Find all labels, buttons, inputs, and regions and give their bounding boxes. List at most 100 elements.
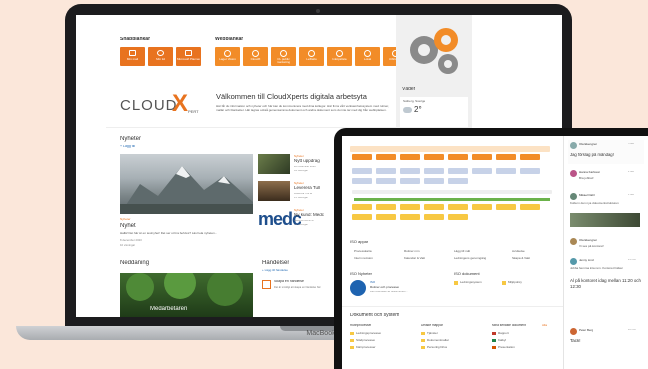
process-step[interactable]: [352, 154, 372, 160]
process-step[interactable]: [424, 214, 444, 220]
iso-app-item[interactable]: Skapa & Vakt: [512, 257, 530, 260]
feed-post[interactable]: Ola Ekengren Vi ses på kontoret!: [568, 236, 644, 252]
news-side-title[interactable]: Leverera Tull: [294, 186, 320, 191]
process-step[interactable]: [400, 154, 420, 160]
process-step[interactable]: [352, 214, 372, 220]
process-step[interactable]: [352, 178, 372, 184]
process-step[interactable]: [448, 214, 468, 220]
web-link-0[interactable]: Lager Vision: [215, 47, 240, 66]
process-step[interactable]: [424, 154, 444, 160]
iso-app-item[interactable]: Ledningens genomgång: [454, 257, 486, 260]
news-side-image-0[interactable]: [258, 154, 290, 174]
feed-text: Bra jobbat!: [579, 177, 594, 180]
iso-app-item[interactable]: Intern revision: [354, 257, 373, 260]
feed-author: Peter Berg: [579, 329, 594, 332]
process-step[interactable]: [352, 204, 372, 210]
quick-link-mail[interactable]: Min mail: [120, 47, 145, 66]
web-link-1[interactable]: CloudX: [243, 47, 268, 66]
file-icon: [492, 332, 496, 335]
quick-link-planner[interactable]: Microsoft Planner: [176, 47, 201, 66]
feed-post[interactable]: Ola Ekengren 5 dec Jag förslag på måndag…: [568, 140, 644, 164]
process-step[interactable]: [376, 214, 396, 220]
process-step[interactable]: [376, 204, 396, 210]
iso-app-item[interactable]: Lägg till mål: [454, 250, 470, 253]
docs-item[interactable]: Presentation: [498, 346, 515, 349]
iso-badge-icon: [350, 280, 366, 296]
process-step[interactable]: [448, 154, 468, 160]
news-side-title[interactable]: Ny kund: Medc: [294, 213, 324, 218]
feed-time: 25 nov: [628, 259, 636, 261]
news-main-image[interactable]: [120, 154, 253, 214]
process-step[interactable]: [520, 204, 540, 210]
docs-item[interactable]: Kalkyl: [498, 339, 506, 342]
calendar-icon: [262, 280, 271, 289]
avatar: [570, 193, 577, 200]
feed-post[interactable]: Mikael Dahl 1 dec Kolla in den nya dokum…: [568, 191, 644, 231]
feed-text: Jag förslag på måndag!: [570, 153, 614, 157]
process-step[interactable]: [376, 178, 396, 184]
process-step[interactable]: [472, 154, 492, 160]
feed-author: Ola Ekengren: [579, 239, 598, 242]
iso-app-item[interactable]: Avvikelse: [512, 250, 525, 253]
news-side-title[interactable]: Nytt uppdrag: [294, 159, 320, 164]
web-link-5[interactable]: Lokal: [355, 47, 380, 66]
process-step[interactable]: [424, 204, 444, 210]
docs-item[interactable]: Stödprocesser: [356, 339, 375, 342]
web-link-3[interactable]: Leftlabs: [299, 47, 324, 66]
iso-doc-item[interactable]: Ledningssystem: [460, 281, 482, 284]
process-step[interactable]: [400, 178, 420, 184]
news-main-title[interactable]: Nyhet: [120, 223, 136, 229]
docs-item[interactable]: Tjänster: [427, 332, 438, 335]
iso-app-item[interactable]: Rutiner mm: [404, 250, 420, 253]
docs-item[interactable]: Kärnprocesser: [356, 346, 376, 349]
process-step[interactable]: [448, 168, 468, 174]
quick-link-time[interactable]: Min tid: [148, 47, 173, 66]
process-step[interactable]: [400, 204, 420, 210]
docs-item[interactable]: Dokumentmallar: [427, 339, 449, 342]
docs-item[interactable]: Rapport: [498, 332, 509, 335]
iso-doc-item[interactable]: Miljöpolicy: [508, 281, 522, 284]
event-body: Det är smidigt att skapa en händelse här: [274, 286, 321, 289]
feed-time: 1 dec: [628, 194, 635, 196]
avatar: [570, 258, 577, 265]
docs-all-link[interactable]: Alla: [542, 324, 547, 327]
folder-icon: [421, 339, 425, 342]
process-step[interactable]: [472, 204, 492, 210]
process-step[interactable]: [400, 168, 420, 174]
process-step[interactable]: [400, 214, 420, 220]
process-step[interactable]: [376, 154, 396, 160]
process-step[interactable]: [352, 168, 372, 174]
web-link-4[interactable]: Inköpslista: [327, 47, 352, 66]
news-side-views: 34 visningar: [294, 170, 308, 172]
process-step[interactable]: [496, 154, 516, 160]
feed-post[interactable]: Jenny Lind 25 nov Jobba hemma inta rem. …: [568, 256, 644, 296]
folder-icon: [421, 332, 425, 335]
feed-post[interactable]: Peter Berg 20 nov Tack!: [568, 326, 644, 356]
process-step[interactable]: [520, 154, 540, 160]
process-step[interactable]: [376, 168, 396, 174]
feed-author: Ola Ekengren: [579, 143, 598, 146]
process-step[interactable]: [424, 168, 444, 174]
iso-app-item[interactable]: Processkarta: [354, 250, 372, 253]
process-step[interactable]: [472, 168, 492, 174]
feed-text: Jobba hemma inta rem. Kontoret hälsar: [570, 266, 623, 270]
add-news-button[interactable]: + Lägg till: [120, 145, 135, 149]
web-link-2[interactable]: CL public marketing: [271, 47, 296, 66]
add-event-button[interactable]: + Lägg till händelse: [262, 269, 288, 272]
feed-post[interactable]: Hanna Karlsson 2 dec Bra jobbat!: [568, 168, 644, 186]
process-step[interactable]: [520, 168, 540, 174]
iso-app-item[interactable]: Kalendar & Vakt: [404, 257, 425, 260]
process-step[interactable]: [496, 168, 516, 174]
news-side-image-1[interactable]: [258, 181, 290, 201]
process-step[interactable]: [496, 204, 516, 210]
docs-item[interactable]: Personlig Drive: [427, 346, 447, 349]
weather-city: Sotberg, Sverige: [403, 100, 426, 103]
process-step[interactable]: [448, 178, 468, 184]
process-step[interactable]: [424, 178, 444, 184]
docs-item[interactable]: Ledningsprocesser: [356, 332, 381, 335]
iso-news-item-title[interactable]: Rutiner och processer: [370, 286, 399, 289]
neddaning-image[interactable]: Medarbetaren: [120, 273, 253, 317]
medicon-logo[interactable]: medc: [258, 208, 301, 228]
process-step[interactable]: [448, 204, 468, 210]
event-title[interactable]: Skapa en händelse: [274, 280, 304, 284]
